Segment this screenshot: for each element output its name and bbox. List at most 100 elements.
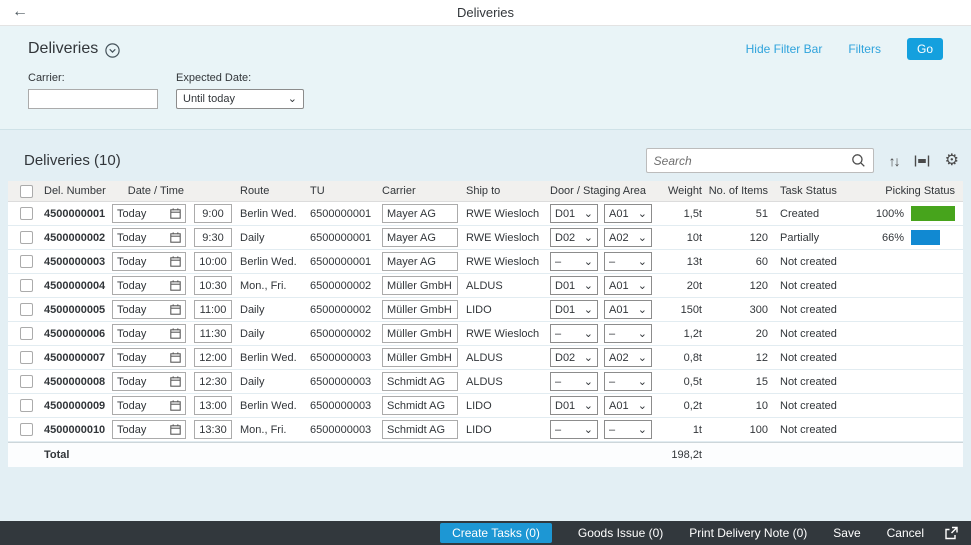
save-button[interactable]: Save <box>833 526 860 540</box>
door-select[interactable]: D02 ⌄ <box>550 348 598 367</box>
time-input[interactable]: 12:00 <box>194 348 232 367</box>
col-tu[interactable]: TU <box>310 185 382 197</box>
col-no-of-items[interactable]: No. of Items <box>706 185 772 197</box>
door-select[interactable]: D02 ⌄ <box>550 228 598 247</box>
date-input[interactable]: Today <box>112 372 186 391</box>
carrier-input[interactable]: Müller GmbH <box>382 348 458 367</box>
col-carrier[interactable]: Carrier <box>382 185 466 197</box>
calendar-icon[interactable] <box>170 304 181 315</box>
select-all-checkbox[interactable] <box>19 184 33 198</box>
time-input[interactable]: 13:30 <box>194 420 232 439</box>
search-icon[interactable] <box>849 153 873 168</box>
group-icon[interactable] <box>914 155 930 167</box>
time-input[interactable]: 10:00 <box>194 252 232 271</box>
date-input[interactable]: Today <box>112 276 186 295</box>
door-select[interactable]: – ⌄ <box>550 324 598 343</box>
staging-area-select[interactable]: A01 ⌄ <box>604 396 652 415</box>
carrier-input[interactable]: Mayer AG <box>382 204 458 223</box>
row-checkbox[interactable] <box>19 351 33 364</box>
calendar-icon[interactable] <box>170 280 181 291</box>
cancel-button[interactable]: Cancel <box>887 526 924 540</box>
variant-selector[interactable]: Deliveries <box>28 40 120 58</box>
calendar-icon[interactable] <box>170 232 181 243</box>
door-select[interactable]: D01 ⌄ <box>550 276 598 295</box>
carrier-input[interactable]: Müller GmbH <box>382 276 458 295</box>
date-input[interactable]: Today <box>112 348 186 367</box>
goods-issue-button[interactable]: Goods Issue (0) <box>578 526 663 540</box>
filters-link[interactable]: Filters <box>848 42 881 56</box>
row-checkbox[interactable] <box>19 279 33 292</box>
date-input[interactable]: Today <box>112 228 186 247</box>
door-select[interactable]: D01 ⌄ <box>550 396 598 415</box>
date-input[interactable]: Today <box>112 324 186 343</box>
staging-area-select[interactable]: – ⌄ <box>604 420 652 439</box>
row-checkbox[interactable] <box>19 423 33 436</box>
date-input[interactable]: Today <box>112 420 186 439</box>
calendar-icon[interactable] <box>170 328 181 339</box>
time-input[interactable]: 9:00 <box>194 204 232 223</box>
carrier-input[interactable]: Mayer AG <box>382 228 458 247</box>
search-input[interactable] <box>646 153 849 168</box>
carrier-input[interactable]: Schmidt AG <box>382 372 458 391</box>
col-task-status[interactable]: Task Status <box>772 185 864 197</box>
row-checkbox[interactable] <box>19 231 33 244</box>
row-checkbox[interactable] <box>19 207 33 220</box>
row-checkbox[interactable] <box>19 255 33 268</box>
date-input[interactable]: Today <box>112 252 186 271</box>
staging-area-select[interactable]: – ⌄ <box>604 372 652 391</box>
expected-date-select[interactable]: Until today ⌄ <box>176 89 304 109</box>
time-input[interactable]: 11:30 <box>194 324 232 343</box>
row-checkbox[interactable] <box>19 327 33 340</box>
col-del-number[interactable]: Del. Number <box>44 185 112 197</box>
time-input[interactable]: 9:30 <box>194 228 232 247</box>
carrier-filter-input[interactable] <box>28 89 158 109</box>
carrier-input[interactable]: Müller GmbH <box>382 300 458 319</box>
calendar-icon[interactable] <box>170 376 181 387</box>
search-box[interactable] <box>645 148 874 173</box>
col-route[interactable]: Route <box>240 185 310 197</box>
staging-area-select[interactable]: A01 ⌄ <box>604 276 652 295</box>
carrier-input[interactable]: Schmidt AG <box>382 396 458 415</box>
share-icon[interactable] <box>944 526 959 540</box>
time-input[interactable]: 10:30 <box>194 276 232 295</box>
row-checkbox[interactable] <box>19 375 33 388</box>
calendar-icon[interactable] <box>170 400 181 411</box>
time-input[interactable]: 12:30 <box>194 372 232 391</box>
door-select[interactable]: – ⌄ <box>550 420 598 439</box>
staging-area-select[interactable]: – ⌄ <box>604 324 652 343</box>
calendar-icon[interactable] <box>170 424 181 435</box>
carrier-input[interactable]: Schmidt AG <box>382 420 458 439</box>
col-weight[interactable]: Weight <box>658 185 706 197</box>
door-select[interactable]: – ⌄ <box>550 372 598 391</box>
staging-area-select[interactable]: A02 ⌄ <box>604 228 652 247</box>
staging-area-select[interactable]: A02 ⌄ <box>604 348 652 367</box>
hide-filter-bar-link[interactable]: Hide Filter Bar <box>746 42 823 56</box>
staging-area-select[interactable]: A01 ⌄ <box>604 300 652 319</box>
row-checkbox[interactable] <box>19 303 33 316</box>
sort-icon[interactable]: ↑↓ <box>889 153 901 169</box>
door-select[interactable]: D01 ⌄ <box>550 300 598 319</box>
col-ship-to[interactable]: Ship to <box>466 185 550 197</box>
carrier-input[interactable]: Mayer AG <box>382 252 458 271</box>
col-door-staging-area[interactable]: Door / Staging Area <box>550 185 658 197</box>
go-button[interactable]: Go <box>906 38 943 60</box>
time-input[interactable]: 11:00 <box>194 300 232 319</box>
chevron-down-circle-icon[interactable] <box>105 42 120 58</box>
date-input[interactable]: Today <box>112 300 186 319</box>
time-input[interactable]: 13:00 <box>194 396 232 415</box>
calendar-icon[interactable] <box>170 256 181 267</box>
settings-gear-icon[interactable]: ⚙ <box>945 152 959 169</box>
col-picking-status[interactable]: Picking Status <box>864 185 963 197</box>
staging-area-select[interactable]: – ⌄ <box>604 252 652 271</box>
row-checkbox[interactable] <box>19 399 33 412</box>
staging-area-select[interactable]: A01 ⌄ <box>604 204 652 223</box>
back-icon[interactable]: ← <box>12 2 28 22</box>
door-select[interactable]: D01 ⌄ <box>550 204 598 223</box>
calendar-icon[interactable] <box>170 352 181 363</box>
calendar-icon[interactable] <box>170 208 181 219</box>
carrier-input[interactable]: Müller GmbH <box>382 324 458 343</box>
date-input[interactable]: Today <box>112 204 186 223</box>
door-select[interactable]: – ⌄ <box>550 252 598 271</box>
col-date-time[interactable]: Date / Time <box>112 185 194 197</box>
date-input[interactable]: Today <box>112 396 186 415</box>
